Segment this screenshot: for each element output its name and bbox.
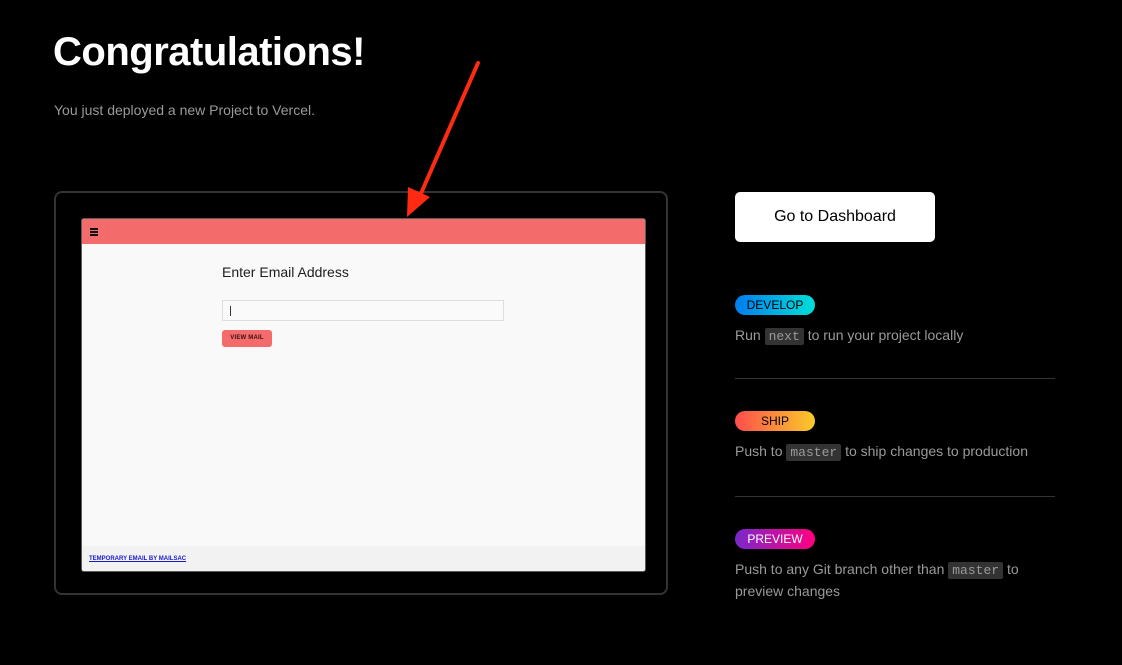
develop-badge: DEVELOP (735, 295, 815, 315)
go-to-dashboard-button[interactable]: Go to Dashboard (735, 192, 935, 242)
preview-text: Push to any Git branch other than master… (735, 561, 1019, 599)
deployment-preview-frame[interactable]: Enter Email Address VIEW MAIL TEMPORARY … (54, 191, 668, 595)
divider (735, 496, 1055, 497)
preview-badge: PREVIEW (735, 529, 815, 549)
text-caret (230, 306, 231, 316)
preview-email-input (222, 300, 504, 321)
ship-code: master (786, 444, 842, 461)
page-subtitle: You just deployed a new Project to Verce… (54, 102, 315, 118)
develop-text: Run next to run your project locally (735, 327, 964, 345)
preview-code: master (948, 562, 1004, 579)
divider (735, 378, 1055, 379)
preview-footer: TEMPORARY EMAIL BY MAILSAC (82, 546, 645, 571)
preview-view-mail-button: VIEW MAIL (222, 330, 272, 347)
preview-email-heading: Enter Email Address (222, 264, 349, 280)
step-preview: PREVIEW Push to any Git branch other tha… (735, 529, 1055, 601)
preview-footer-link: TEMPORARY EMAIL BY MAILSAC (89, 556, 187, 562)
deploy-success-page: Congratulations! You just deployed a new… (0, 0, 1122, 665)
annotation-arrow-icon (407, 61, 480, 217)
ship-badge: SHIP (735, 411, 815, 431)
step-develop: DEVELOP Run next to run your project loc… (735, 295, 1055, 347)
develop-code: next (764, 328, 804, 345)
preview-app-bar (82, 219, 645, 244)
step-ship: SHIP Push to master to ship changes to p… (735, 411, 1055, 463)
deployment-screenshot[interactable]: Enter Email Address VIEW MAIL TEMPORARY … (81, 218, 646, 572)
ship-text: Push to master to ship changes to produc… (735, 443, 1028, 461)
page-title: Congratulations! (53, 30, 365, 74)
hamburger-menu-icon (90, 228, 98, 236)
